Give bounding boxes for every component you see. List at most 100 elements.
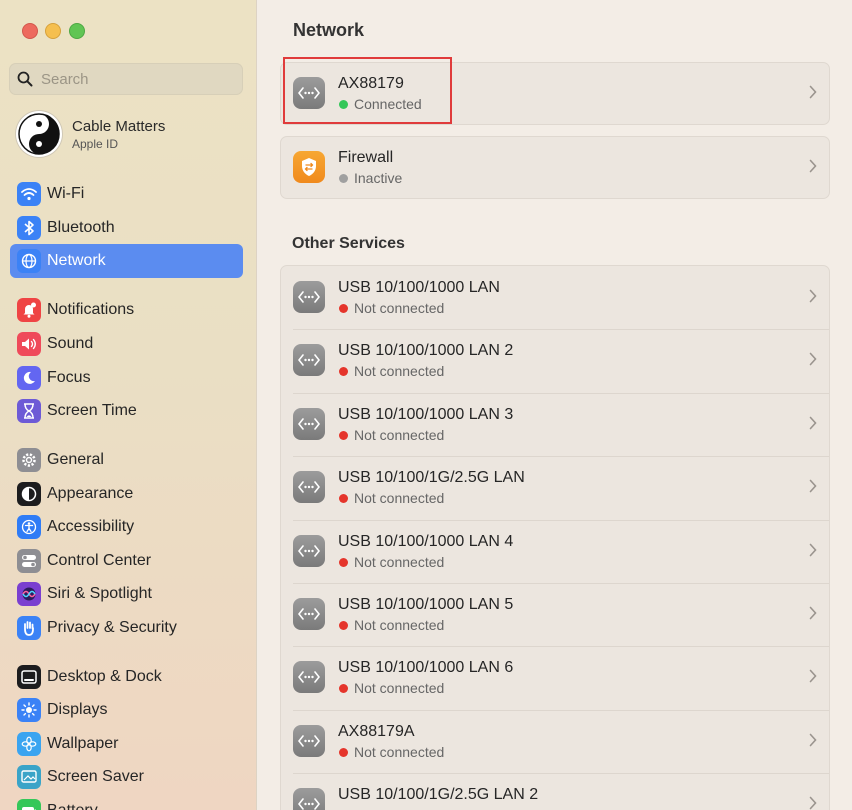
chevron-right-icon bbox=[809, 85, 817, 99]
avatar bbox=[16, 111, 62, 157]
sidebar-item-label: General bbox=[47, 451, 104, 468]
system-settings-window: Search Cable Matters Apple ID Wi-Fi Bluet… bbox=[0, 0, 852, 810]
service-status: Not connected bbox=[354, 554, 445, 570]
service-row[interactable]: USB 10/100/1G/2.5G LAN 2Not connected bbox=[281, 773, 829, 810]
sidebar-item-label: Network bbox=[47, 252, 106, 269]
sidebar-item-wallpaper[interactable]: Wallpaper bbox=[10, 727, 243, 761]
service-status: Inactive bbox=[354, 170, 403, 186]
ethernet-icon bbox=[293, 535, 325, 567]
other-services-card: USB 10/100/1000 LAN Not connected USB 10/1… bbox=[280, 265, 830, 810]
sidebar-item-label: Screen Saver bbox=[47, 768, 144, 785]
service-row[interactable]: USB 10/100/1000 LAN 5 Not connected bbox=[281, 583, 829, 646]
status-dot bbox=[339, 621, 348, 630]
sidebar-item-notifications[interactable]: Notifications bbox=[10, 293, 243, 327]
ethernet-icon bbox=[293, 598, 325, 630]
bluetooth-icon bbox=[17, 216, 41, 240]
service-name: AX88179A bbox=[338, 723, 415, 740]
status-dot bbox=[339, 431, 348, 440]
minimize-window-button[interactable] bbox=[45, 23, 61, 39]
service-row[interactable]: USB 10/100/1000 LAN Not connected bbox=[281, 266, 829, 329]
battery-icon bbox=[17, 799, 41, 810]
sidebar-item-privacy-security[interactable]: Privacy & Security bbox=[10, 611, 243, 645]
sidebar-item-label: Focus bbox=[47, 369, 91, 386]
service-status: Not connected bbox=[354, 427, 445, 443]
sidebar-item-label: Desktop & Dock bbox=[47, 668, 162, 685]
service-status: Not connected bbox=[354, 363, 445, 379]
service-name: USB 10/100/1000 LAN bbox=[338, 279, 500, 296]
status-dot bbox=[339, 748, 348, 757]
ethernet-icon bbox=[293, 281, 325, 313]
sidebar-item-label: Wallpaper bbox=[47, 735, 119, 752]
service-name: USB 10/100/1000 LAN 4 bbox=[338, 533, 514, 550]
chevron-right-icon bbox=[809, 352, 817, 366]
other-services-heading: Other Services bbox=[292, 235, 405, 252]
chevron-right-icon bbox=[809, 796, 817, 810]
zoom-window-button[interactable] bbox=[69, 23, 85, 39]
bell-icon bbox=[17, 298, 41, 322]
sidebar-item-displays[interactable]: Displays bbox=[10, 693, 243, 727]
ethernet-icon bbox=[293, 344, 325, 376]
sidebar-item-general[interactable]: General bbox=[10, 443, 243, 477]
sidebar-item-screen-time[interactable]: Screen Time bbox=[10, 394, 243, 428]
dock-icon bbox=[17, 665, 41, 689]
sidebar-item-sound[interactable]: Sound bbox=[10, 327, 243, 361]
service-row[interactable]: USB 10/100/1000 LAN 3 Not connected bbox=[281, 393, 829, 456]
sidebar-item-label: Battery bbox=[47, 802, 98, 810]
screensaver-icon bbox=[17, 765, 41, 789]
apple-id-profile[interactable]: Cable Matters Apple ID bbox=[16, 110, 246, 160]
chevron-right-icon bbox=[809, 416, 817, 430]
yin-yang-icon bbox=[18, 113, 60, 155]
sidebar-item-label: Appearance bbox=[47, 485, 134, 502]
sidebar-item-network[interactable]: Network bbox=[10, 244, 243, 278]
status-dot bbox=[339, 367, 348, 376]
service-name: USB 10/100/1G/2.5G LAN bbox=[338, 469, 525, 486]
profile-subtitle: Apple ID bbox=[72, 137, 119, 151]
service-name: USB 10/100/1000 LAN 3 bbox=[338, 406, 514, 423]
ethernet-icon bbox=[293, 471, 325, 503]
appearance-icon bbox=[17, 482, 41, 506]
sidebar-item-label: Notifications bbox=[47, 301, 135, 318]
service-row[interactable]: USB 10/100/1000 LAN 2 Not connected bbox=[281, 329, 829, 392]
firewall-icon bbox=[293, 151, 325, 183]
service-row[interactable]: USB 10/100/1000 LAN 4 Not connected bbox=[281, 520, 829, 583]
globe-icon bbox=[17, 249, 41, 273]
sidebar-item-siri-spotlight[interactable]: Siri & Spotlight bbox=[10, 577, 243, 611]
sidebar-item-screen-saver[interactable]: Screen Saver bbox=[10, 760, 243, 794]
sidebar-item-accessibility[interactable]: Accessibility bbox=[10, 510, 243, 544]
sidebar-item-focus[interactable]: Focus bbox=[10, 361, 243, 395]
sidebar-item-wi-fi[interactable]: Wi-Fi bbox=[10, 177, 243, 211]
sidebar-item-appearance[interactable]: Appearance bbox=[10, 477, 243, 511]
search-placeholder: Search bbox=[41, 71, 89, 88]
service-row[interactable]: USB 10/100/1G/2.5G LAN Not connected bbox=[281, 456, 829, 519]
sidebar: Search Cable Matters Apple ID Wi-Fi Bluet… bbox=[0, 0, 257, 810]
chevron-right-icon bbox=[809, 543, 817, 557]
status-dot bbox=[339, 494, 348, 503]
accessibility-icon bbox=[17, 515, 41, 539]
profile-name: Cable Matters bbox=[72, 118, 166, 135]
service-name: USB 10/100/1G/2.5G LAN 2 bbox=[338, 786, 539, 803]
sidebar-item-control-center[interactable]: Control Center bbox=[10, 544, 243, 578]
siri-icon bbox=[17, 582, 41, 606]
service-row[interactable]: USB 10/100/1000 LAN 6 Not connected bbox=[281, 646, 829, 709]
ethernet-icon bbox=[293, 661, 325, 693]
service-row-firewall[interactable]: Firewall Inactive bbox=[281, 137, 829, 198]
sidebar-item-label: Displays bbox=[47, 701, 108, 718]
service-name: Firewall bbox=[338, 149, 394, 166]
service-row[interactable]: AX88179A Not connected bbox=[281, 710, 829, 773]
sidebar-item-desktop-dock[interactable]: Desktop & Dock bbox=[10, 660, 243, 694]
ethernet-icon bbox=[293, 725, 325, 757]
sun-icon bbox=[17, 698, 41, 722]
chevron-right-icon bbox=[809, 159, 817, 173]
moon-icon bbox=[17, 366, 41, 390]
sidebar-item-bluetooth[interactable]: Bluetooth bbox=[10, 211, 243, 245]
service-status: Not connected bbox=[354, 300, 445, 316]
hourglass-icon bbox=[17, 399, 41, 423]
sidebar-item-battery[interactable]: Battery bbox=[10, 794, 243, 810]
search-icon bbox=[17, 71, 33, 87]
sidebar-item-label: Sound bbox=[47, 335, 94, 352]
chevron-right-icon bbox=[809, 479, 817, 493]
service-name: USB 10/100/1000 LAN 5 bbox=[338, 596, 514, 613]
service-name: USB 10/100/1000 LAN 6 bbox=[338, 659, 514, 676]
search-field[interactable]: Search bbox=[9, 63, 243, 95]
close-window-button[interactable] bbox=[22, 23, 38, 39]
